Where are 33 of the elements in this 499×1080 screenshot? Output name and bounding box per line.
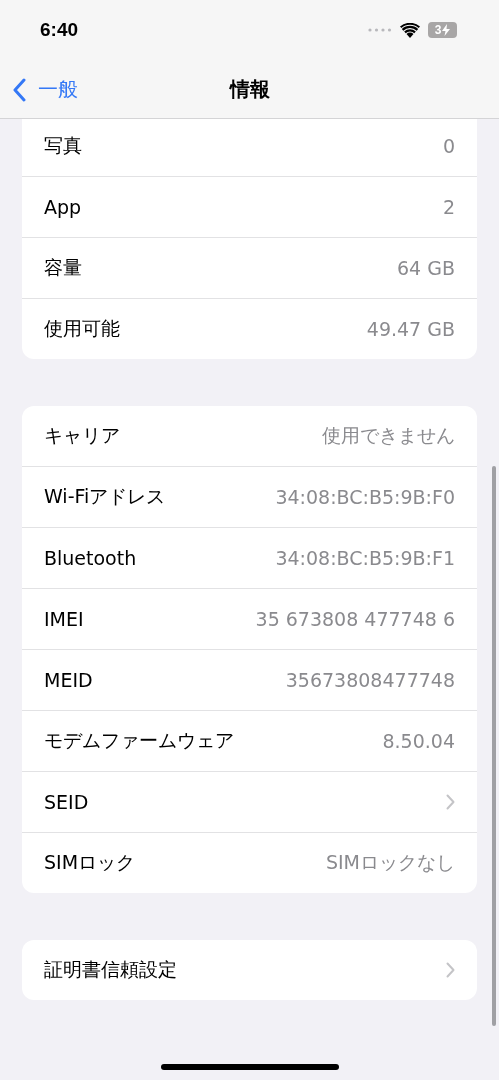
row-value: 使用できません [322,423,455,448]
row-label: 証明書信頼設定 [44,957,177,982]
row-label: SIMロック [44,850,136,875]
row-label: Wi-Fiアドレス [44,484,166,509]
chevron-icon[interactable] [446,962,455,978]
back-chevron-icon[interactable] [12,77,26,102]
row-label: IMEI [44,608,84,630]
row-value: 2 [442,196,455,218]
row-label: 容量 [44,255,82,280]
nav-title: 情報 [229,75,270,103]
wifi-icon [400,22,420,38]
row-value: 35673808477748 [285,669,455,691]
row-value: 64 GB [397,257,455,279]
row-label: SEID [44,791,89,813]
row-value: 34:08:BC:B5:9B:F1 [275,547,455,569]
signal-dots-icon [368,28,392,32]
battery-icon: 3 [428,22,457,38]
row-label: 使用可能 [44,316,120,341]
row-value: 0 [442,135,455,157]
row-value: 49.47 GB [366,318,455,340]
chevron-icon[interactable] [446,794,455,810]
row-value: SIMロックなし [325,850,455,875]
row-label: モデムファームウェア [44,728,234,753]
row-label: 写真 [44,133,82,158]
row-label: Bluetooth [44,547,137,569]
row-label: App [44,196,82,218]
row-value: 35 673808 477748 6 [255,608,455,630]
row-value: 34:08:BC:B5:9B:F0 [275,486,455,508]
back-button[interactable]: 一般 [12,76,78,103]
row-label: キャリア [44,423,120,448]
row-value: 8.50.04 [382,730,455,752]
row-label: MEID [44,669,93,691]
status-time: 6:40 [40,19,79,41]
